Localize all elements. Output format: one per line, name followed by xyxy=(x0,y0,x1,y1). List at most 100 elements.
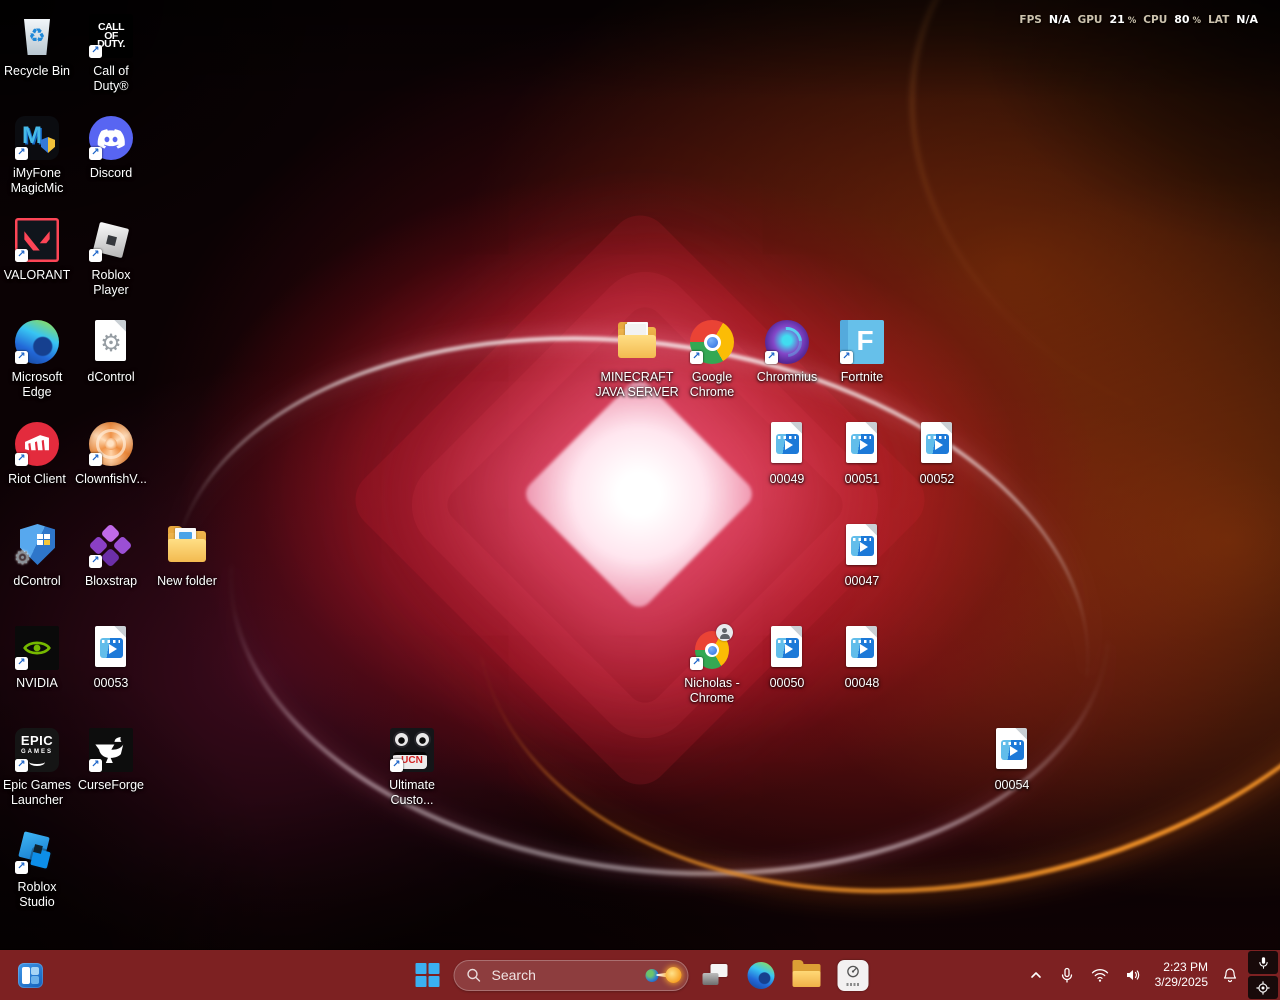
profile-avatar-badge xyxy=(716,624,733,641)
cpu-unit: % xyxy=(1193,16,1202,26)
epic-games-icon xyxy=(13,726,61,774)
widgets-button[interactable] xyxy=(10,955,50,995)
search-input[interactable] xyxy=(490,966,636,984)
shortcut-arrow-icon xyxy=(89,147,102,160)
file-explorer-button[interactable] xyxy=(787,955,827,995)
video-file-icon xyxy=(988,726,1036,774)
shortcut-arrow-icon xyxy=(15,759,28,772)
icon-label: ClownfishV... xyxy=(66,472,156,487)
gear-icon xyxy=(14,549,31,569)
label-line: 00052 xyxy=(892,472,982,487)
label-line: Studio xyxy=(0,895,82,910)
notification-bell-button[interactable] xyxy=(1216,957,1244,993)
bloxstrap-icon xyxy=(87,522,135,570)
video-file-icon xyxy=(87,624,135,672)
video-file-icon xyxy=(913,420,961,468)
task-view-icon xyxy=(702,963,727,988)
icon-label: Fortnite xyxy=(817,370,907,385)
label-line: Player xyxy=(66,283,156,298)
icon-label: 00048 xyxy=(817,676,907,691)
tray-overflow-button[interactable] xyxy=(1023,957,1049,993)
clownfish-icon xyxy=(87,420,135,468)
wifi-icon xyxy=(1091,968,1109,983)
start-button[interactable] xyxy=(408,955,448,995)
valorant-logo-glyph xyxy=(23,229,51,251)
chevron-up-icon xyxy=(1029,968,1043,982)
desktop-icon-file-00047[interactable]: 00047 xyxy=(817,522,907,589)
desktop-icon-call-of-duty[interactable]: Call ofDuty® xyxy=(66,12,156,94)
label-line: Launcher xyxy=(0,793,82,808)
folder-icon xyxy=(163,522,211,570)
shortcut-arrow-icon xyxy=(690,351,703,364)
desktop-icon-fortnite[interactable]: Fortnite xyxy=(817,318,907,385)
shortcut-arrow-icon xyxy=(765,351,778,364)
epic-curve-glyph xyxy=(29,758,45,766)
microsoft-edge-icon xyxy=(747,962,774,989)
desktop-icon-discord[interactable]: Discord xyxy=(66,114,156,181)
shortcut-arrow-icon xyxy=(15,453,28,466)
label-line: CurseForge xyxy=(66,778,156,793)
tray-volume-button[interactable] xyxy=(1119,957,1147,993)
roblox-player-icon xyxy=(87,216,135,264)
taskbar: 2:23 PM 3/29/2025 xyxy=(0,950,1280,1000)
call-of-duty-icon xyxy=(87,12,135,60)
shortcut-arrow-icon xyxy=(89,759,102,772)
document-gear-icon xyxy=(87,318,135,366)
desktop-icon-ultimate-custom-night[interactable]: UltimateCusto... xyxy=(367,726,457,808)
ucn-icon xyxy=(388,726,436,774)
cpu-label: CPU xyxy=(1143,14,1167,26)
desktop-icon-file-00048[interactable]: 00048 xyxy=(817,624,907,691)
desktop-icon-roblox-player[interactable]: RobloxPlayer xyxy=(66,216,156,298)
folder-papers-icon xyxy=(613,318,661,366)
lat-label: LAT xyxy=(1208,14,1229,26)
desktop-icon-clownfish-voice[interactable]: ClownfishV... xyxy=(66,420,156,487)
gpu-value: 21 xyxy=(1109,13,1124,26)
desktop-icon-file-00052[interactable]: 00052 xyxy=(892,420,982,487)
tray-microphone-button[interactable] xyxy=(1053,957,1081,993)
overlay-widget-stack xyxy=(1248,951,1278,999)
icon-label: UltimateCusto... xyxy=(367,778,457,808)
icon-label: 00054 xyxy=(967,778,1057,793)
desktop-icon-file-00053[interactable]: 00053 xyxy=(66,624,156,691)
shortcut-arrow-icon xyxy=(15,657,28,670)
desktop-icon-dcontrol-document[interactable]: dControl xyxy=(66,318,156,385)
performance-overlay: FPS N/A GPU 21 % CPU 80 % LAT N/A xyxy=(1019,13,1258,26)
desktop-icon-roblox-studio[interactable]: RobloxStudio xyxy=(0,828,82,910)
label-line: Call of xyxy=(66,64,156,79)
clock[interactable]: 2:23 PM 3/29/2025 xyxy=(1151,960,1212,990)
desktop-icon-curseforge[interactable]: CurseForge xyxy=(66,726,156,793)
gauge-app-button[interactable] xyxy=(833,955,873,995)
bell-icon xyxy=(1222,967,1238,983)
task-view-button[interactable] xyxy=(695,955,735,995)
discord-icon xyxy=(87,114,135,162)
icon-label: RobloxStudio xyxy=(0,880,82,910)
label-line: 00053 xyxy=(66,676,156,691)
chromnius-icon xyxy=(763,318,811,366)
fps-value: N/A xyxy=(1049,13,1071,26)
shortcut-arrow-icon xyxy=(89,45,102,58)
microsoft-edge-icon xyxy=(13,318,61,366)
icon-label: New folder xyxy=(142,574,232,589)
fps-label: FPS xyxy=(1019,14,1041,26)
label-line: Fortnite xyxy=(817,370,907,385)
gauge-glyph xyxy=(845,964,860,979)
desktop-icon-file-00054[interactable]: 00054 xyxy=(967,726,1057,793)
tray-wifi-button[interactable] xyxy=(1085,957,1115,993)
fortnite-icon xyxy=(838,318,886,366)
search-box[interactable] xyxy=(454,960,689,991)
search-icon xyxy=(466,967,482,983)
overlay-microphone-button[interactable] xyxy=(1248,951,1278,974)
shortcut-arrow-icon xyxy=(840,351,853,364)
chrome-profile-icon xyxy=(688,624,736,672)
taskbar-edge-button[interactable] xyxy=(741,955,781,995)
gauge-app-icon xyxy=(837,960,868,991)
lat-value: N/A xyxy=(1236,13,1258,26)
label-line: dControl xyxy=(66,370,156,385)
recycle-bin-icon xyxy=(13,12,61,60)
desktop-icon-new-folder[interactable]: New folder xyxy=(142,522,232,589)
desktop-wallpaper xyxy=(0,0,1280,1000)
riot-fist-glyph xyxy=(24,434,50,454)
overlay-capture-button[interactable] xyxy=(1248,976,1278,999)
icon-label: RobloxPlayer xyxy=(66,268,156,298)
label-line: 00054 xyxy=(967,778,1057,793)
